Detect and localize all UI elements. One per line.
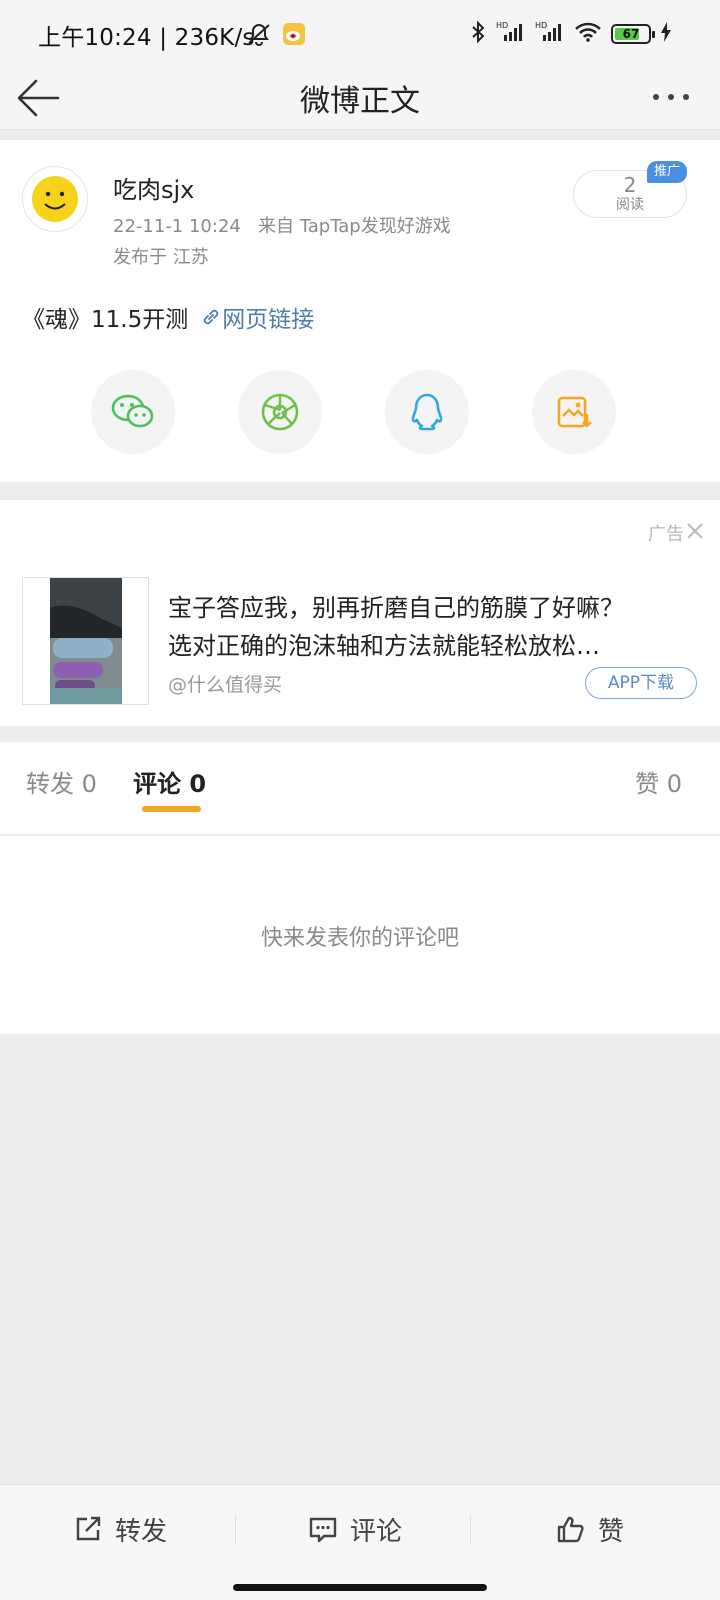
thumbs-up-icon bbox=[557, 1516, 584, 1543]
share-wechat-button[interactable] bbox=[91, 370, 175, 454]
promo-tag: 推广 bbox=[647, 161, 687, 183]
repost-icon bbox=[76, 1516, 101, 1541]
svg-text:HD: HD bbox=[535, 21, 547, 30]
tab-like[interactable]: 赞 0 bbox=[635, 764, 682, 799]
comments-section: 快来发表你的评论吧 bbox=[0, 836, 720, 1034]
foam-roller-image bbox=[23, 578, 148, 704]
save-image-icon bbox=[557, 396, 592, 428]
qq-icon bbox=[411, 393, 443, 431]
battery-level: 67 bbox=[622, 27, 640, 41]
ad-label: 广告 bbox=[648, 524, 684, 545]
ad-thumbnail[interactable] bbox=[22, 577, 149, 705]
close-icon bbox=[687, 523, 703, 539]
share-row bbox=[0, 370, 720, 454]
ad-close-button[interactable] bbox=[684, 520, 706, 542]
empty-comments-tip: 快来发表你的评论吧 bbox=[260, 926, 459, 951]
status-separator: | bbox=[159, 25, 168, 51]
post-body: 《魂》11.5开测 网页链接 bbox=[22, 300, 314, 334]
signal-hd-icon: HD bbox=[496, 20, 526, 48]
page-title: 微博正文 bbox=[300, 84, 420, 119]
ad-headline-2: 选对正确的泡沫轴和方法就能轻松放松… bbox=[168, 632, 600, 660]
comment-button[interactable]: 评论 bbox=[235, 1485, 475, 1573]
moments-icon bbox=[261, 393, 299, 431]
home-indicator[interactable] bbox=[233, 1584, 487, 1591]
comment-label: 评论 bbox=[349, 1516, 402, 1547]
username[interactable]: 吃肉sjx bbox=[113, 170, 194, 205]
status-bar: 上午10:24 | 236K/s HD HD 67 bbox=[0, 0, 720, 64]
nav-bar: 微博正文 bbox=[0, 64, 720, 130]
network-speed: 236K/s bbox=[174, 25, 255, 51]
post-text: 《魂》11.5开测 bbox=[22, 307, 189, 333]
repost-label: 转发 bbox=[114, 1516, 167, 1547]
post-meta: 22-11-1 10:24 来自 TapTap发现好游戏 bbox=[113, 212, 451, 238]
bottom-action-bar: 转发 评论 赞 bbox=[0, 1484, 720, 1600]
weibo-app-icon bbox=[282, 22, 306, 50]
battery-cap bbox=[652, 31, 655, 38]
save-image-button[interactable] bbox=[532, 370, 616, 454]
charging-icon bbox=[660, 21, 672, 47]
more-button[interactable] bbox=[648, 82, 694, 112]
status-left-icons bbox=[246, 22, 306, 50]
status-time: 上午10:24 | 236K/s bbox=[38, 18, 255, 52]
battery-icon: 67 bbox=[611, 24, 655, 44]
like-label: 赞 bbox=[597, 1516, 624, 1547]
ad-headline-1: 宝子答应我，别再折磨自己的筋膜了好嘛？ bbox=[168, 594, 624, 622]
wifi-icon bbox=[574, 20, 602, 48]
tab-comment[interactable]: 评论 0 bbox=[133, 764, 206, 799]
active-tab-indicator bbox=[142, 806, 201, 812]
interaction-tabs: 转发 0 评论 0 赞 0 bbox=[0, 742, 720, 835]
signal-hd-icon: HD bbox=[535, 20, 565, 48]
tab-repost[interactable]: 转发 0 bbox=[26, 764, 97, 799]
status-right-icons: HD HD 67 bbox=[469, 20, 672, 48]
like-button[interactable]: 赞 bbox=[470, 1485, 710, 1573]
post-card: 吃肉sjx 22-11-1 10:24 来自 TapTap发现好游戏 发布于 江… bbox=[0, 140, 720, 482]
more-icon bbox=[653, 94, 689, 100]
repost-button[interactable]: 转发 bbox=[0, 1485, 240, 1573]
bell-off-icon bbox=[246, 22, 272, 50]
post-source: 来自 TapTap发现好游戏 bbox=[258, 216, 451, 237]
post-timestamp: 22-11-1 10:24 bbox=[113, 216, 241, 237]
clock-text: 上午10:24 bbox=[38, 25, 152, 51]
post-location: 发布于 江苏 bbox=[113, 247, 209, 268]
web-link[interactable]: 网页链接 bbox=[200, 300, 314, 334]
wechat-icon bbox=[111, 394, 154, 428]
share-moments-button[interactable] bbox=[238, 370, 322, 454]
svg-text:HD: HD bbox=[496, 21, 508, 30]
share-qq-button[interactable] bbox=[385, 370, 469, 454]
bluetooth-icon bbox=[469, 20, 487, 48]
read-label: 阅读 bbox=[616, 197, 644, 213]
comment-icon bbox=[309, 1517, 337, 1543]
ad-source: @什么值得买 bbox=[168, 674, 283, 696]
app-download-button[interactable]: APP下载 bbox=[585, 667, 697, 699]
web-link-label: 网页链接 bbox=[222, 307, 315, 333]
ad-card[interactable]: 广告 宝子答应我，别再折磨自己的筋膜了好嘛？ 选对正确的泡沫轴和方法就能轻松放松… bbox=[0, 500, 720, 726]
smiley-avatar-icon bbox=[32, 176, 78, 222]
link-icon bbox=[204, 309, 219, 325]
avatar[interactable] bbox=[22, 166, 88, 232]
